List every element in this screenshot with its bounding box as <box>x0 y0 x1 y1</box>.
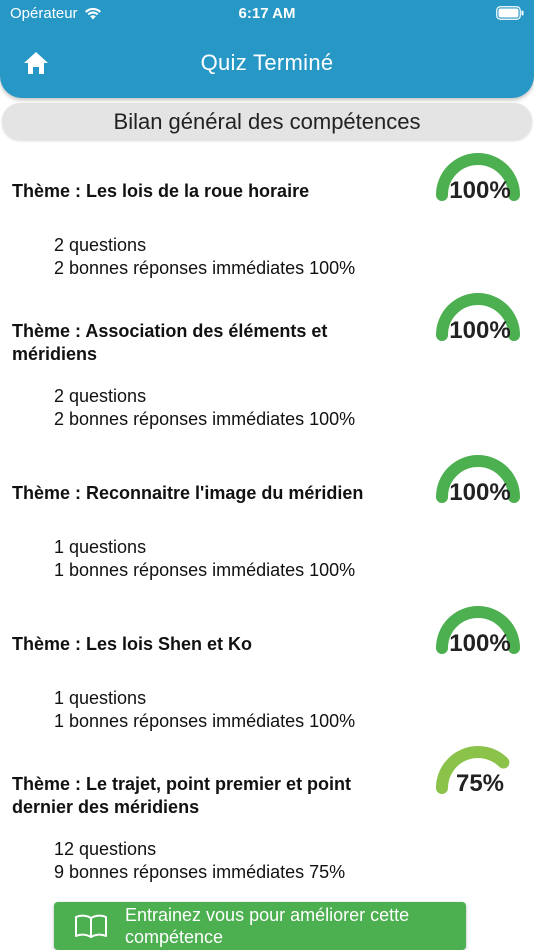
question-count: 1 questions <box>54 537 147 557</box>
good-answers: 1 bonnes réponses immédiates 100% <box>54 711 356 731</box>
question-count: 2 questions <box>54 386 147 406</box>
score-gauge: 100% <box>432 600 524 660</box>
question-count: 2 questions <box>54 235 147 255</box>
score-percent: 100% <box>449 479 511 506</box>
good-answers: 2 bonnes réponses immédiates 100% <box>54 409 356 429</box>
theme-name: Thème : Les lois Shen et Ko <box>12 634 253 654</box>
theme-stats: 12 questions 9 bonnes réponses immédiate… <box>54 838 345 884</box>
score-gauge: 100% <box>432 287 524 347</box>
good-answers: 2 bonnes réponses immédiates 100% <box>54 258 356 278</box>
score-gauge: 100% <box>432 449 524 509</box>
score-gauge: 100% <box>432 147 524 207</box>
score-gauge: 75% <box>432 740 524 800</box>
score-percent: 100% <box>449 317 511 344</box>
score-percent: 100% <box>449 177 511 204</box>
theme-stats: 1 questions 1 bonnes réponses immédiates… <box>54 536 355 582</box>
battery-icon <box>496 6 524 20</box>
train-button-label: Entrainez vous pour améliorer cette comp… <box>125 905 410 947</box>
theme-stats: 2 questions 2 bonnes réponses immédiates… <box>54 234 355 280</box>
question-count: 12 questions <box>54 839 157 859</box>
theme-stats: 2 questions 2 bonnes réponses immédiates… <box>54 385 355 431</box>
score-percent: 75% <box>455 770 505 797</box>
status-bar: Opérateur 6:17 AM <box>0 0 534 28</box>
score-percent: 100% <box>449 630 511 657</box>
theme-name: Thème : Le trajet, point premier et poin… <box>12 774 352 817</box>
page-title: Quiz Terminé <box>200 50 334 75</box>
summary-title: Bilan général des compétences <box>2 103 532 140</box>
theme-stats: 1 questions 1 bonnes réponses immédiates… <box>54 687 355 733</box>
good-answers: 9 bonnes réponses immédiates 75% <box>54 862 346 882</box>
status-time: 6:17 AM <box>238 5 296 22</box>
theme-name: Thème : Association des éléments et méri… <box>12 321 328 364</box>
question-count: 1 questions <box>54 688 147 708</box>
train-skill-button[interactable]: Entrainez vous pour améliorer cette comp… <box>54 902 466 950</box>
good-answers: 1 bonnes réponses immédiates 100% <box>54 560 356 580</box>
theme-name: Thème : Reconnaitre l'image du méridien <box>12 483 364 503</box>
book-icon <box>75 914 107 938</box>
theme-name: Thème : Les lois de la roue horaire <box>12 181 310 201</box>
